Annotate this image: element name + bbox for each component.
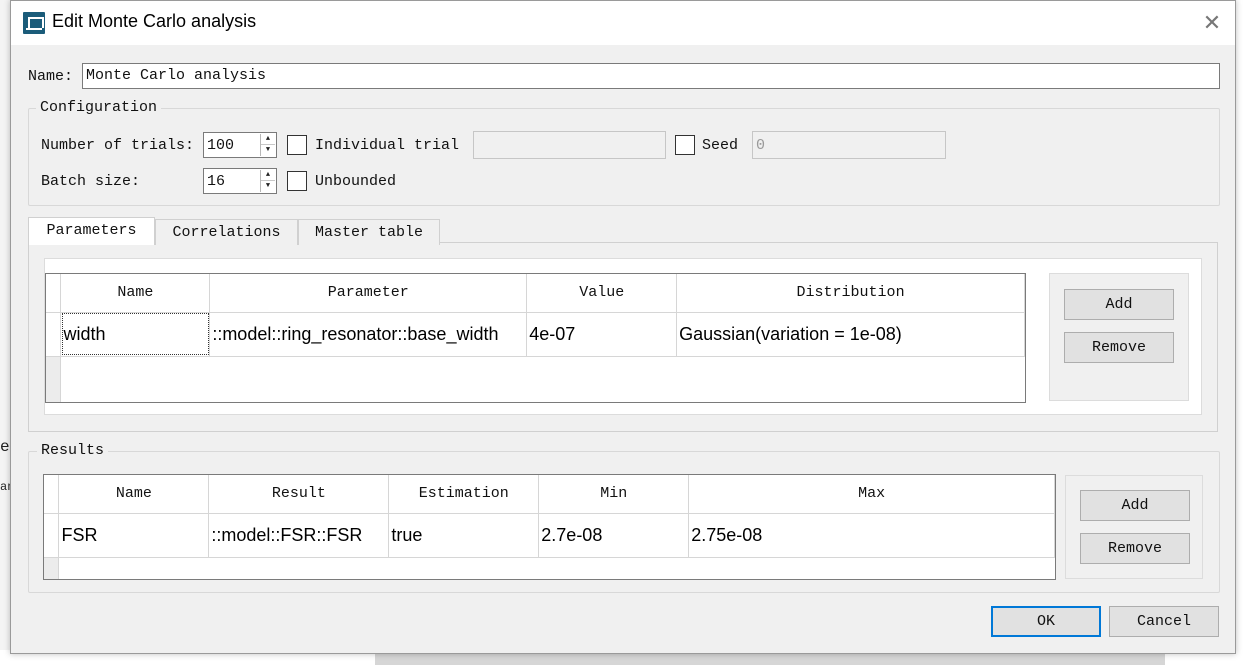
background-peek-text: an	[0, 480, 10, 494]
tab-parameters[interactable]: Parameters	[28, 217, 155, 245]
spin-up-icon[interactable]: ▲	[261, 134, 275, 145]
table-cell[interactable]: ::model::ring_resonator::base_width	[209, 312, 528, 357]
table-corner	[44, 475, 60, 514]
background-timeline	[375, 654, 1165, 665]
dialog-title: Edit Monte Carlo analysis	[52, 11, 257, 31]
column-header[interactable]: Max	[688, 475, 1055, 514]
column-header[interactable]: Min	[538, 475, 690, 514]
parameters-panel: Name Parameter Value Distribution width …	[44, 258, 1202, 415]
spin-arrows: ▲ ▼	[260, 170, 275, 192]
configuration-title: Configuration	[36, 99, 162, 116]
background-window-right	[1236, 0, 1246, 665]
results-title: Results	[37, 442, 109, 459]
results-button-box: Add Remove	[1065, 475, 1203, 579]
batch-size-label: Batch size:	[41, 173, 141, 190]
ok-button[interactable]: OK	[991, 606, 1101, 637]
table-row[interactable]: FSR ::model::FSR::FSR true 2.7e-08 2.75e…	[44, 513, 1055, 558]
parameters-table[interactable]: Name Parameter Value Distribution width …	[45, 273, 1026, 403]
row-header[interactable]	[46, 312, 62, 357]
seed-input[interactable]: 0	[752, 131, 946, 159]
remove-parameter-button[interactable]: Remove	[1064, 332, 1174, 363]
table-cell[interactable]: ::model::FSR::FSR	[208, 513, 390, 558]
unbounded-checkbox[interactable]	[287, 171, 307, 191]
table-cell[interactable]: width	[60, 312, 211, 357]
table-corner	[46, 274, 62, 313]
name-input[interactable]: Monte Carlo analysis	[82, 63, 1220, 89]
column-header[interactable]: Value	[526, 274, 678, 313]
background-peek-text: es	[0, 438, 10, 456]
add-result-button[interactable]: Add	[1080, 490, 1190, 521]
spin-down-icon[interactable]: ▼	[261, 145, 275, 156]
column-header[interactable]: Distribution	[676, 274, 1025, 313]
background-window-left	[0, 0, 10, 665]
seed-value: 0	[756, 137, 766, 154]
table-cell[interactable]: 2.75e-08	[688, 513, 1055, 558]
results-table[interactable]: Name Result Estimation Min Max FSR ::mod…	[43, 474, 1056, 580]
table-cell[interactable]: Gaussian(variation = 1e-08)	[676, 312, 1025, 357]
close-icon[interactable]: ✕	[1199, 10, 1225, 36]
cancel-button[interactable]: Cancel	[1109, 606, 1219, 637]
parameters-tab-panel: Name Parameter Value Distribution width …	[28, 242, 1218, 432]
individual-trial-input[interactable]	[473, 131, 666, 159]
spin-arrows: ▲ ▼	[260, 134, 275, 156]
monte-carlo-dialog: Edit Monte Carlo analysis ✕ Name: Monte …	[10, 0, 1236, 654]
tab-master-table[interactable]: Master table	[298, 219, 440, 245]
batch-size-value: 16	[207, 173, 226, 190]
remove-result-button[interactable]: Remove	[1080, 533, 1190, 564]
unbounded-label: Unbounded	[315, 173, 397, 190]
table-cell[interactable]: 2.7e-08	[538, 513, 690, 558]
row-header[interactable]	[44, 513, 60, 558]
spin-up-icon[interactable]: ▲	[261, 170, 275, 181]
title-bar[interactable]: Edit Monte Carlo analysis ✕	[11, 1, 1235, 45]
add-parameter-button[interactable]: Add	[1064, 289, 1174, 320]
table-cell[interactable]: FSR	[58, 513, 210, 558]
name-label: Name:	[28, 68, 74, 85]
table-cell[interactable]: 4e-07	[526, 312, 678, 357]
trials-spinbox[interactable]: 100 ▲ ▼	[203, 132, 277, 158]
table-row[interactable]: width ::model::ring_resonator::base_widt…	[46, 312, 1025, 357]
individual-trial-label: Individual trial	[315, 137, 460, 154]
app-icon	[23, 12, 45, 34]
column-header[interactable]: Estimation	[388, 475, 540, 514]
column-header[interactable]: Name	[60, 274, 211, 313]
column-header[interactable]: Parameter	[209, 274, 528, 313]
batch-size-spinbox[interactable]: 16 ▲ ▼	[203, 168, 277, 194]
tab-correlations[interactable]: Correlations	[155, 219, 298, 245]
table-cell[interactable]: true	[388, 513, 540, 558]
spin-down-icon[interactable]: ▼	[261, 181, 275, 192]
seed-checkbox[interactable]	[675, 135, 695, 155]
column-header[interactable]: Result	[208, 475, 390, 514]
trials-label: Number of trials:	[41, 137, 195, 154]
seed-label: Seed	[702, 137, 739, 154]
individual-trial-checkbox[interactable]	[287, 135, 307, 155]
parameters-button-box: Add Remove	[1049, 273, 1189, 401]
column-header[interactable]: Name	[58, 475, 210, 514]
trials-value: 100	[207, 137, 235, 154]
